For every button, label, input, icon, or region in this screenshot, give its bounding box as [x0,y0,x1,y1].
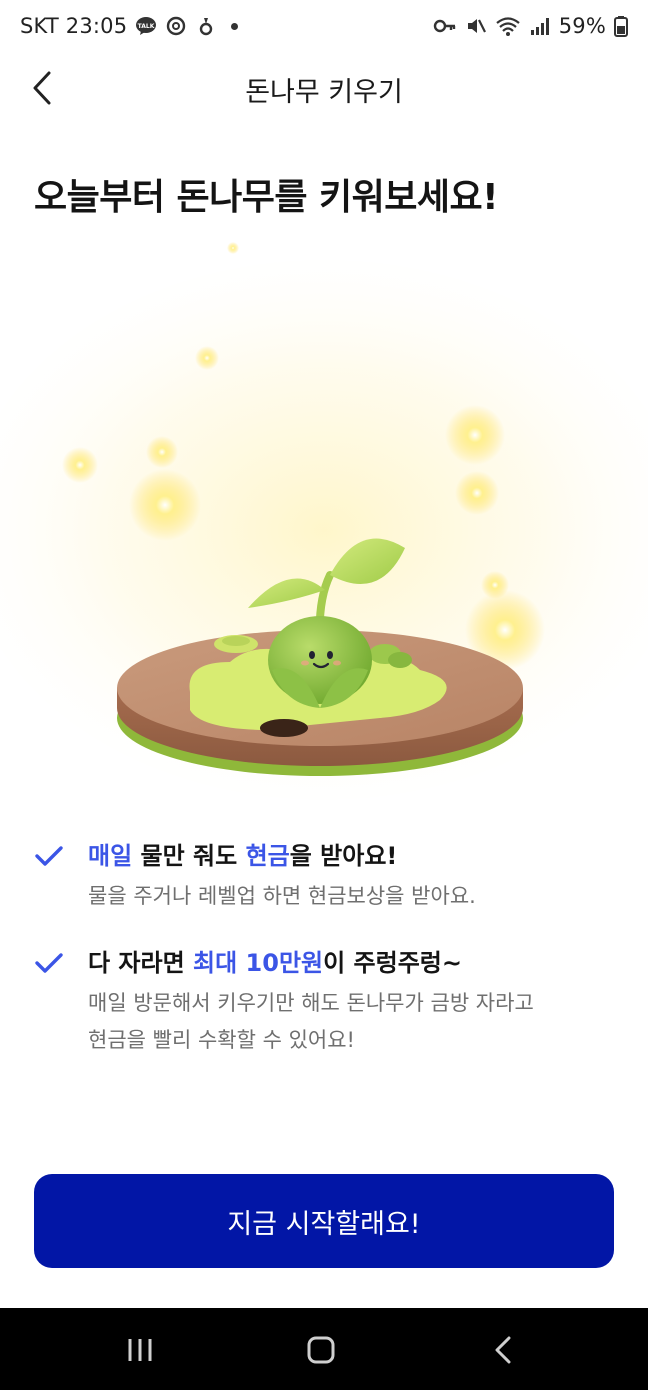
benefits-list: 매일 물만 줘도 현금을 받아요! 물을 주거나 레벨업 하면 현금보상을 받아… [34,838,624,1089]
benefit-description: 매일 방문해서 키우기만 해도 돈나무가 금방 자라고 현금을 빨리 수확할 수… [88,985,624,1059]
benefit-item: 매일 물만 줘도 현금을 받아요! 물을 주거나 레벨업 하면 현금보상을 받아… [34,838,624,915]
status-bar-right: 59% [433,14,628,38]
benefit-description-line: 매일 방문해서 키우기만 해도 돈나무가 금방 자라고 [88,991,534,1015]
signal-icon [530,18,549,35]
home-button[interactable] [291,1330,351,1370]
benefit-title: 매일 물만 줘도 현금을 받아요! [88,838,624,874]
status-bar-left: SKT 23:05 TALK [20,14,239,38]
dot-icon [231,22,239,30]
money-tree-sprout-illustration [0,242,648,800]
wifi-icon [496,17,520,36]
check-icon [35,953,63,973]
benefit-title-text: 이 주렁주렁~ [323,949,462,977]
benefit-title-text: 다 자라면 [88,949,194,977]
benefit-title-highlight: 최대 10만원 [193,949,324,977]
carrier-time: SKT 23:05 [20,14,128,38]
battery-icon [614,16,628,37]
app-icon [200,18,213,36]
status-bar: SKT 23:05 TALK 59% [0,0,648,58]
benefit-description-line: 현금을 빨리 수확할 수 있어요! [88,1028,355,1052]
start-now-button[interactable]: 지금 시작할래요! [34,1174,614,1268]
page-title: 돈나무 키우기 [245,77,403,108]
talk-icon: TALK [136,17,157,35]
benefit-description: 물을 주거나 레벨업 하면 현금보상을 받아요. [88,884,476,908]
key-icon [433,19,455,33]
benefit-title-text: 을 받아요! [289,842,398,870]
back-icon [495,1336,511,1364]
headline: 오늘부터 돈나무를 키워보세요! [34,177,499,218]
recent-apps-button[interactable] [110,1330,170,1370]
benefit-title-highlight: 현금 [245,842,290,870]
battery-percent: 59% [558,14,606,38]
threads-icon [167,16,186,36]
benefit-title-highlight: 매일 [88,842,133,870]
nav-back-button[interactable] [474,1330,534,1370]
svg-text:TALK: TALK [138,23,155,30]
check-icon [35,846,63,866]
top-bar: 돈나무 키우기 [0,58,648,118]
system-nav-bar [0,1308,648,1390]
home-icon [307,1336,335,1364]
mute-icon [467,19,486,33]
benefit-item: 다 자라면 최대 10만원이 주렁주렁~ 매일 방문해서 키우기만 해도 돈나무… [34,945,624,1059]
recent-apps-icon [128,1339,152,1361]
benefit-title-text: 물만 줘도 [132,842,246,870]
benefit-title: 다 자라면 최대 10만원이 주렁주렁~ [88,945,624,981]
